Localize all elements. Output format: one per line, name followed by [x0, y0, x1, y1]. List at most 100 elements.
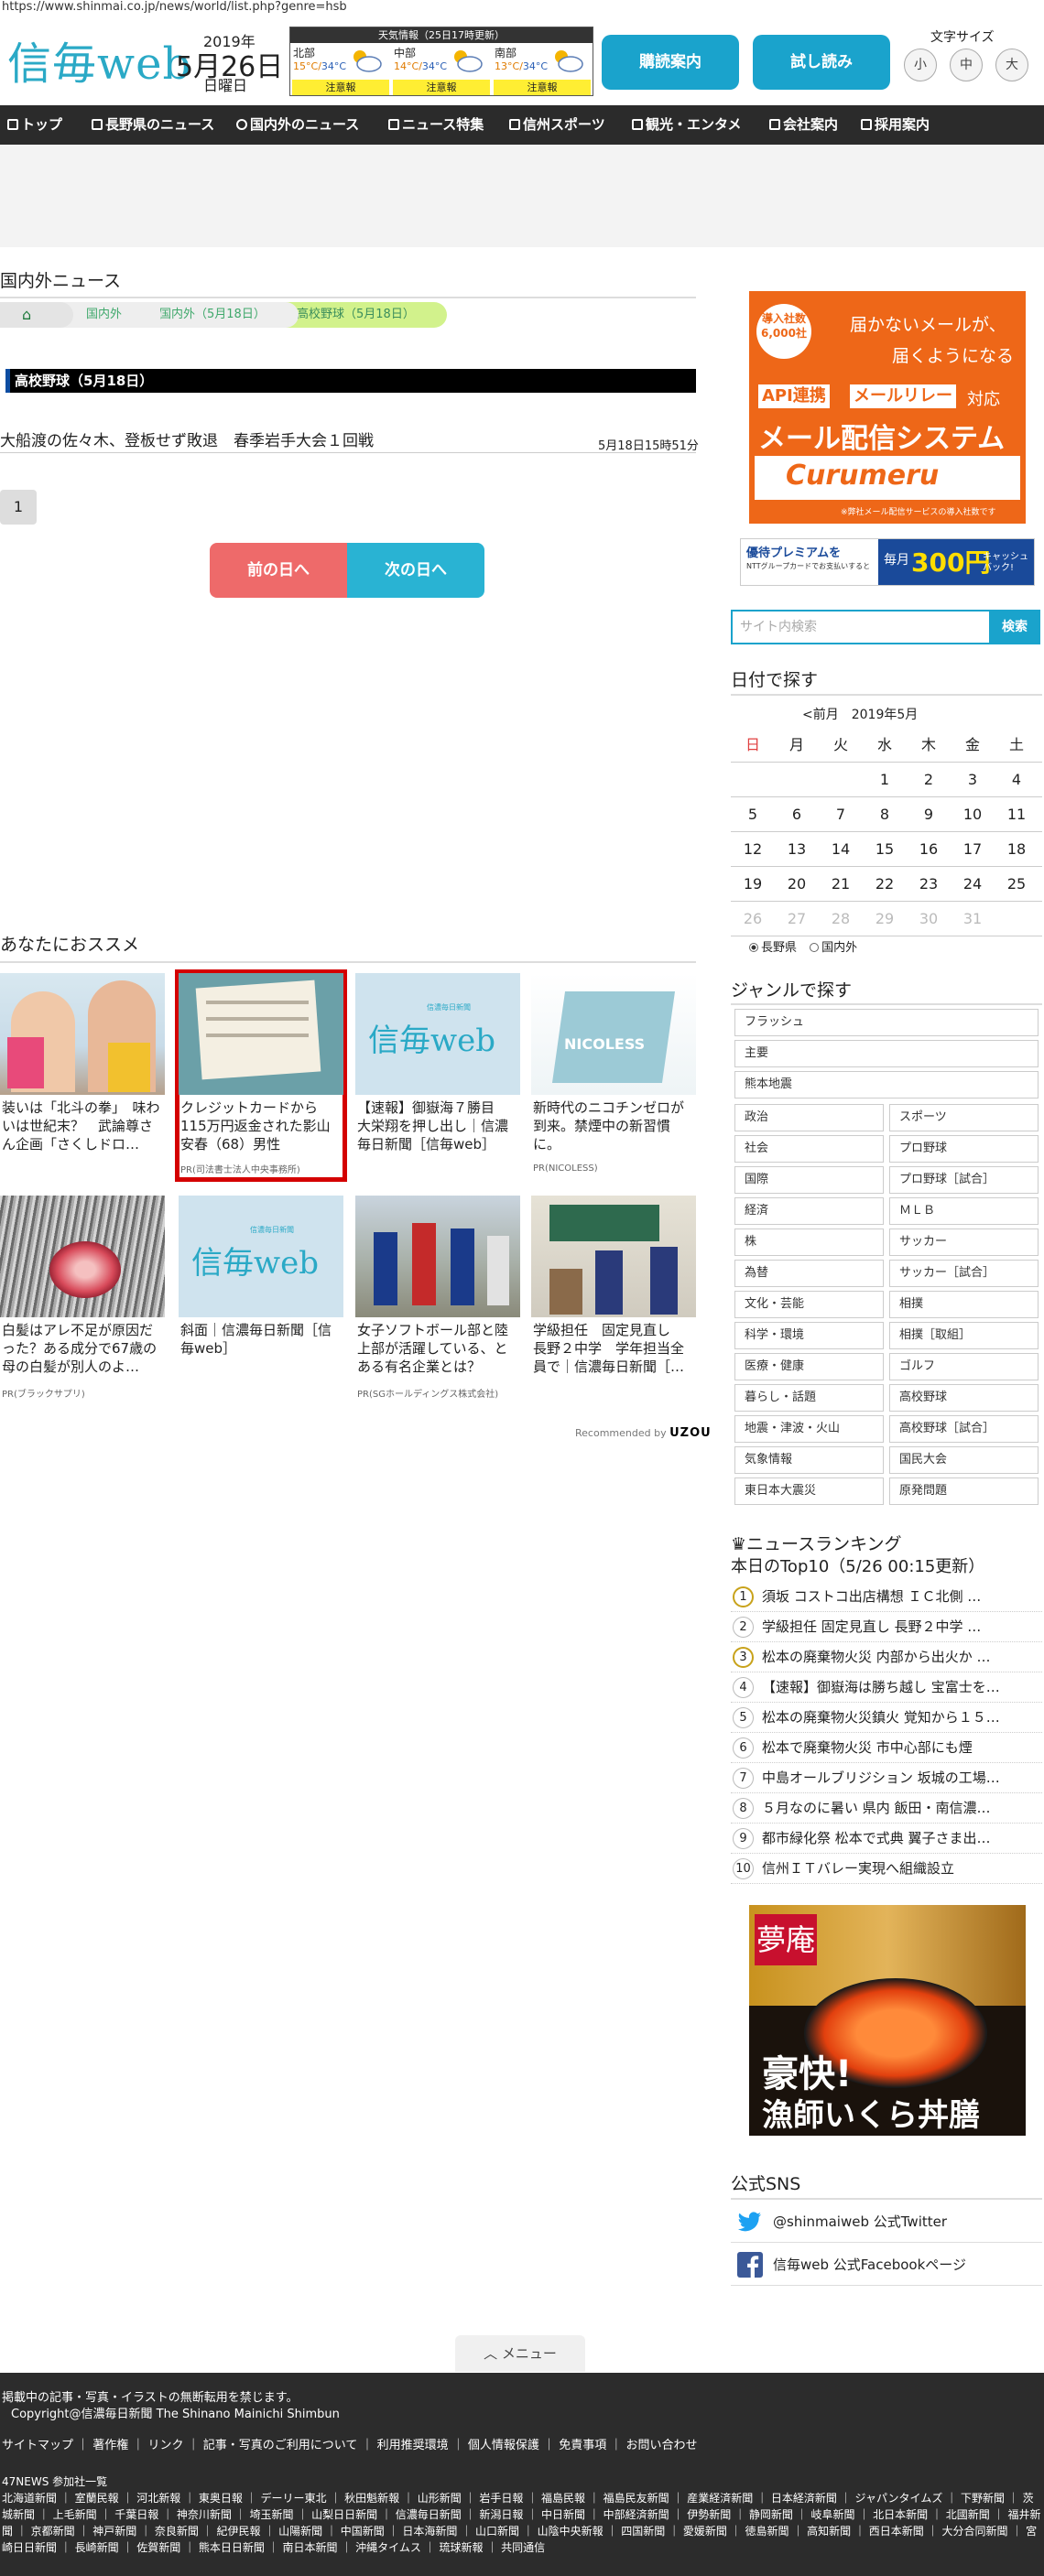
calendar-day[interactable]: 9 [907, 798, 951, 831]
facebook-link[interactable]: 信毎web 公式Facebookページ [731, 2244, 1042, 2286]
genre-link[interactable]: プロ野球［試合］ [889, 1166, 1039, 1194]
recommend-card-ad[interactable]: クレジットカードから115万円返金された影山安春（68）男性 PR(司法書士法人… [175, 969, 347, 1182]
breadcrumb-item[interactable]: 国内外 [60, 302, 161, 328]
genre-link[interactable]: 国際 [734, 1166, 884, 1194]
calendar-day[interactable]: 19 [731, 868, 775, 901]
nav-item-tourism[interactable]: 観光・エンタメ [632, 105, 742, 145]
genre-link[interactable]: 株 [734, 1228, 884, 1256]
site-search-input[interactable]: サイト内検索 [731, 610, 991, 644]
calendar-day[interactable]: 21 [819, 868, 863, 901]
genre-link[interactable]: 高校野球 [889, 1384, 1039, 1412]
ranking-item[interactable]: 3 松本の廃棄物火災 内部から出火か … [731, 1642, 1042, 1672]
nav-item-company[interactable]: 会社案内 [769, 105, 838, 145]
genre-link[interactable]: ＭＬＢ [889, 1197, 1039, 1225]
calendar-day[interactable]: 22 [863, 868, 907, 901]
calendar-day[interactable]: 6 [775, 798, 819, 831]
ad-yumean[interactable]: 夢庵 豪快! 漁師いくら丼膳 [749, 1905, 1026, 2136]
genre-link[interactable]: 社会 [734, 1135, 884, 1163]
calendar-day[interactable]: 11 [995, 798, 1039, 831]
calendar-day[interactable]: 7 [819, 798, 863, 831]
calendar-day[interactable]: 1 [863, 763, 907, 796]
calendar-day[interactable]: 12 [731, 833, 775, 866]
subscribe-button[interactable]: 購読案内 [602, 35, 739, 90]
twitter-link[interactable]: @shinmaiweb 公式Twitter [731, 2201, 1042, 2243]
ranking-item[interactable]: 4 【速報】御嶽海は勝ち越し 宝富士を… [731, 1672, 1042, 1703]
calendar-day[interactable]: 15 [863, 833, 907, 866]
ranking-item[interactable]: 10 信州ＩＴバレー実現へ組織設立 [731, 1854, 1042, 1884]
calendar-day[interactable]: 23 [907, 868, 951, 901]
genre-link[interactable]: スポーツ [889, 1104, 1039, 1131]
calendar-day[interactable]: 18 [995, 833, 1039, 866]
radio-nagano[interactable]: 長野県 [749, 941, 797, 955]
trial-read-button[interactable]: 試し読み [753, 35, 890, 90]
radio-world[interactable]: 国内外 [810, 941, 857, 955]
calendar-day[interactable]: 4 [995, 763, 1039, 796]
calendar-day[interactable]: 17 [951, 833, 995, 866]
font-size-medium-button[interactable]: 中 [950, 49, 983, 81]
calendar-day[interactable]: 5 [731, 798, 775, 831]
genre-link[interactable]: 相撲［取組］ [889, 1322, 1039, 1349]
genre-link[interactable]: サッカー［試合］ [889, 1260, 1039, 1287]
genre-link[interactable]: 気象情報 [734, 1446, 884, 1474]
calendar-day[interactable]: 10 [951, 798, 995, 831]
genre-link[interactable]: 高校野球［試合］ [889, 1415, 1039, 1443]
nav-item-nagano-news[interactable]: 長野県のニュース [92, 105, 214, 145]
genre-link[interactable]: 政治 [734, 1104, 884, 1131]
genre-link[interactable]: 為替 [734, 1260, 884, 1287]
ranking-item[interactable]: 9 都市緑化祭 松本で式典 翼子さま出… [731, 1824, 1042, 1854]
genre-link[interactable]: 原発問題 [889, 1477, 1039, 1505]
calendar-day[interactable]: 13 [775, 833, 819, 866]
site-logo[interactable]: 信毎web [7, 27, 191, 92]
prev-day-button[interactable]: 前の日へ [210, 543, 347, 598]
ranking-item[interactable]: 6 松本で廃棄物火災 市中心部にも煙 [731, 1733, 1042, 1763]
nav-item-recruit[interactable]: 採用案内 [861, 105, 930, 145]
genre-link[interactable]: ゴルフ [889, 1353, 1039, 1380]
font-size-large-button[interactable]: 大 [995, 49, 1028, 81]
prev-month-link[interactable]: <前月 [802, 708, 839, 722]
calendar-day[interactable]: 2 [907, 763, 951, 796]
ranking-item[interactable]: 1 須坂 コストコ出店構想 ＩＣ北側 … [731, 1582, 1042, 1612]
footer-links[interactable]: サイトマップ ｜ 著作権 ｜ リンク ｜ 記事・写真のご利用について ｜ 利用推… [2, 2435, 697, 2452]
article-link[interactable]: 大船渡の佐々木、登板せず敗退 春季岩手大会１回戦 [0, 428, 374, 450]
menu-button[interactable]: ︿ メニュー [455, 2335, 585, 2372]
genre-link[interactable]: 熊本地震 [734, 1071, 1039, 1099]
genre-link[interactable]: フラッシュ [734, 1009, 1039, 1036]
nav-item-world-news[interactable]: 国内外のニュース [236, 105, 359, 145]
calendar-day[interactable]: 8 [863, 798, 907, 831]
genre-link[interactable]: プロ野球 [889, 1135, 1039, 1163]
genre-link[interactable]: 地震・津波・火山 [734, 1415, 884, 1443]
partners-list[interactable]: 北海道新聞 ｜ 室蘭民報 ｜ 河北新報 ｜ 東奥日報 ｜ デーリー東北 ｜ 秋田… [2, 2490, 1042, 2556]
genre-link[interactable]: 暮らし・話題 [734, 1384, 884, 1412]
nav-item-sports[interactable]: 信州スポーツ [509, 105, 605, 145]
calendar-day[interactable]: 24 [951, 868, 995, 901]
genre-link[interactable]: サッカー [889, 1228, 1039, 1256]
nav-item-top[interactable]: トップ [7, 105, 62, 145]
genre-link[interactable]: 科学・環境 [734, 1322, 884, 1349]
ad-curumeru[interactable]: 導入社数6,000社 届かないメールが、 届くようになる API連携 メールリレ… [749, 291, 1026, 524]
calendar-day[interactable]: 3 [951, 763, 995, 796]
next-day-button[interactable]: 次の日へ [347, 543, 484, 598]
genre-link[interactable]: 文化・芸能 [734, 1291, 884, 1318]
weather-widget[interactable]: 天気情報（25日17時更新） 北部 15°C/34°C 注意報 中部 14°C/… [289, 27, 593, 96]
calendar-day[interactable]: 14 [819, 833, 863, 866]
genre-link[interactable]: 相撲 [889, 1291, 1039, 1318]
calendar-day[interactable]: 16 [907, 833, 951, 866]
ranking-item[interactable]: 8 ５月なのに暑い 県内 飯田・南信濃… [731, 1793, 1042, 1824]
genre-link[interactable]: 国民大会 [889, 1446, 1039, 1474]
page-number-button[interactable]: 1 [0, 490, 37, 525]
genre-link[interactable]: 東日本大震災 [734, 1477, 884, 1505]
calendar-day[interactable]: 25 [995, 868, 1039, 901]
calendar-day[interactable]: 20 [775, 868, 819, 901]
ad-ntt-card[interactable]: 優待プレミアムを NTTグループカードでお支払いすると 毎月 300円 キャッシ… [740, 538, 1035, 586]
breadcrumb-home[interactable]: ⌂ [0, 302, 73, 328]
nav-item-features[interactable]: ニュース特集 [388, 105, 484, 145]
search-button[interactable]: 検索 [989, 610, 1040, 644]
font-size-small-button[interactable]: 小 [904, 49, 937, 81]
ranking-item[interactable]: 5 松本の廃棄物火災鎮火 覚知から１５… [731, 1703, 1042, 1733]
ranking-item[interactable]: 7 中島オールブリジション 坂城の工場… [731, 1763, 1042, 1793]
ranking-item[interactable]: 2 学級担任 固定見直し 長野２中学 … [731, 1612, 1042, 1642]
genre-link[interactable]: 医療・健康 [734, 1353, 884, 1380]
recommended-by[interactable]: Recommended by UZOU [575, 1426, 712, 1440]
genre-link[interactable]: 経済 [734, 1197, 884, 1225]
genre-link[interactable]: 主要 [734, 1040, 1039, 1067]
